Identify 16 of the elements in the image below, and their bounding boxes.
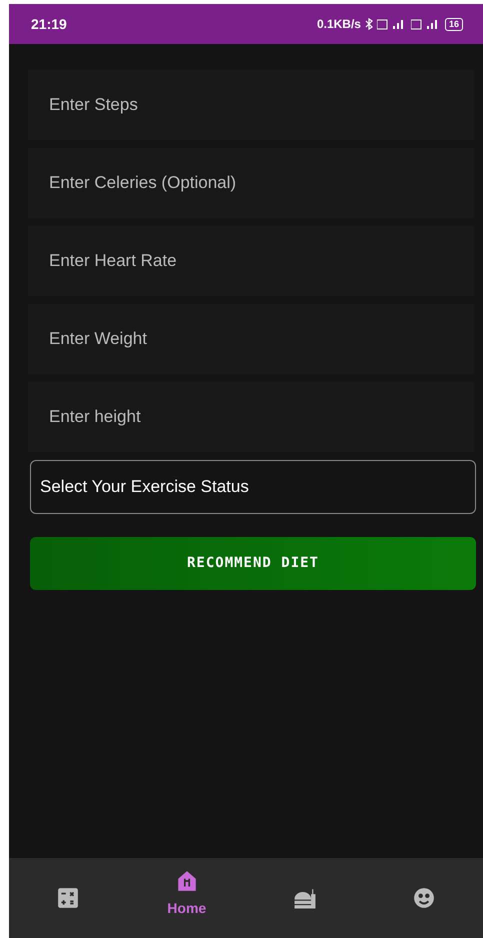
input-field[interactable]: Enter Celeries (Optional) (28, 148, 474, 218)
network-speed: 0.1KB/s (316, 16, 361, 33)
input-field[interactable]: Enter Heart Rate (28, 226, 474, 296)
battery-indicator: 16 (444, 18, 463, 30)
recommend-button[interactable]: RECOMMEND DIET (30, 537, 476, 590)
nav-tab[interactable]: Home (128, 858, 246, 938)
calculator-icon (57, 887, 80, 909)
face-icon (412, 887, 435, 909)
input-field[interactable]: Enter Steps (28, 70, 474, 140)
input-field[interactable]: Enter height (28, 382, 474, 452)
exercise-dropdown[interactable]: Select Your Exercise Status (30, 460, 476, 514)
input-field[interactable]: Enter Weight (28, 304, 474, 374)
home-icon (176, 870, 198, 892)
status-time: 21:19 (31, 14, 67, 34)
bluetooth-icon (364, 18, 373, 30)
burger-icon (294, 887, 316, 909)
